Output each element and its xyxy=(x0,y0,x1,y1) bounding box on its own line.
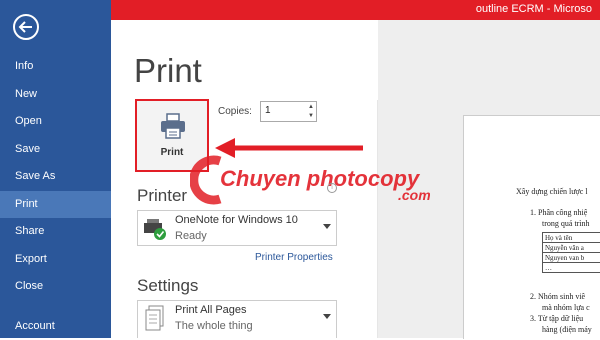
pages-icon xyxy=(144,305,166,333)
preview-line: 2. Nhóm sinh viê xyxy=(530,292,585,301)
printer-section-title: Printer xyxy=(137,186,187,206)
nav-new[interactable]: New xyxy=(0,81,111,108)
backstage-sidebar: Info New Open Save Save As Print Share E… xyxy=(0,0,111,338)
watermark-suffix: .com xyxy=(398,187,430,203)
nav-open[interactable]: Open xyxy=(0,108,111,135)
window-title: outline ECRM - Microso xyxy=(476,3,592,15)
printer-properties-link[interactable]: Printer Properties xyxy=(255,252,333,263)
nav-save[interactable]: Save xyxy=(0,136,111,163)
table-cell: Nguyen van b xyxy=(543,253,600,263)
table-cell: … xyxy=(543,263,600,273)
printer-device-icon xyxy=(142,217,168,241)
nav-export[interactable]: Export xyxy=(0,246,111,273)
nav-share[interactable]: Share xyxy=(0,218,111,245)
table-cell: Họ và tên xyxy=(543,233,600,243)
preview-line: 1. Phân công nhiệ xyxy=(530,208,587,217)
divider xyxy=(377,100,378,338)
watermark-logo: Chuyen photocopy .com xyxy=(190,155,430,205)
nav-info[interactable]: Info xyxy=(0,53,111,80)
nav-close[interactable]: Close xyxy=(0,273,111,300)
print-range-select[interactable]: Print All Pages The whole thing xyxy=(137,300,337,338)
copies-value: 1 xyxy=(265,105,271,116)
printer-icon xyxy=(159,113,187,139)
spin-up-icon[interactable]: ▲ xyxy=(308,104,314,110)
copies-label: Copies: xyxy=(218,106,252,117)
title-bar: outline ECRM - Microso xyxy=(111,0,600,20)
preview-line: hàng (điện máy xyxy=(542,325,592,334)
copies-stepper[interactable]: 1 ▲ ▼ xyxy=(260,101,317,122)
chevron-down-icon xyxy=(323,224,331,229)
watermark-text: Chuyen photocopy xyxy=(220,166,421,191)
printer-select[interactable]: OneNote for Windows 10 Ready xyxy=(137,210,337,246)
chevron-down-icon xyxy=(323,314,331,319)
preview-line: 3. Từ tập dữ liệu xyxy=(530,314,583,323)
page-title: Print xyxy=(134,52,202,90)
preview-table: Họ và tên Nguyễn văn a Nguyen van b … xyxy=(542,232,600,273)
nav-save-as[interactable]: Save As xyxy=(0,163,111,190)
printer-status: Ready xyxy=(175,230,207,242)
back-arrow-icon[interactable] xyxy=(13,14,39,40)
preview-line: Xây dựng chiến lược l xyxy=(516,187,588,196)
info-icon[interactable]: i xyxy=(327,183,337,193)
setting-pages-desc: The whole thing xyxy=(175,320,253,332)
table-cell: Nguyễn văn a xyxy=(543,243,600,253)
preview-line: mà nhóm lựa c xyxy=(542,303,590,312)
preview-line: trong quá trình xyxy=(542,219,590,228)
spin-down-icon[interactable]: ▼ xyxy=(308,113,314,119)
nav-account[interactable]: Account xyxy=(0,313,111,340)
settings-section-title: Settings xyxy=(137,276,198,296)
setting-pages-name: Print All Pages xyxy=(175,304,247,316)
document-preview-page: Xây dựng chiến lược l 1. Phân công nhiệ … xyxy=(463,115,600,339)
nav-print[interactable]: Print xyxy=(0,191,111,218)
printer-name: OneNote for Windows 10 xyxy=(175,214,298,226)
